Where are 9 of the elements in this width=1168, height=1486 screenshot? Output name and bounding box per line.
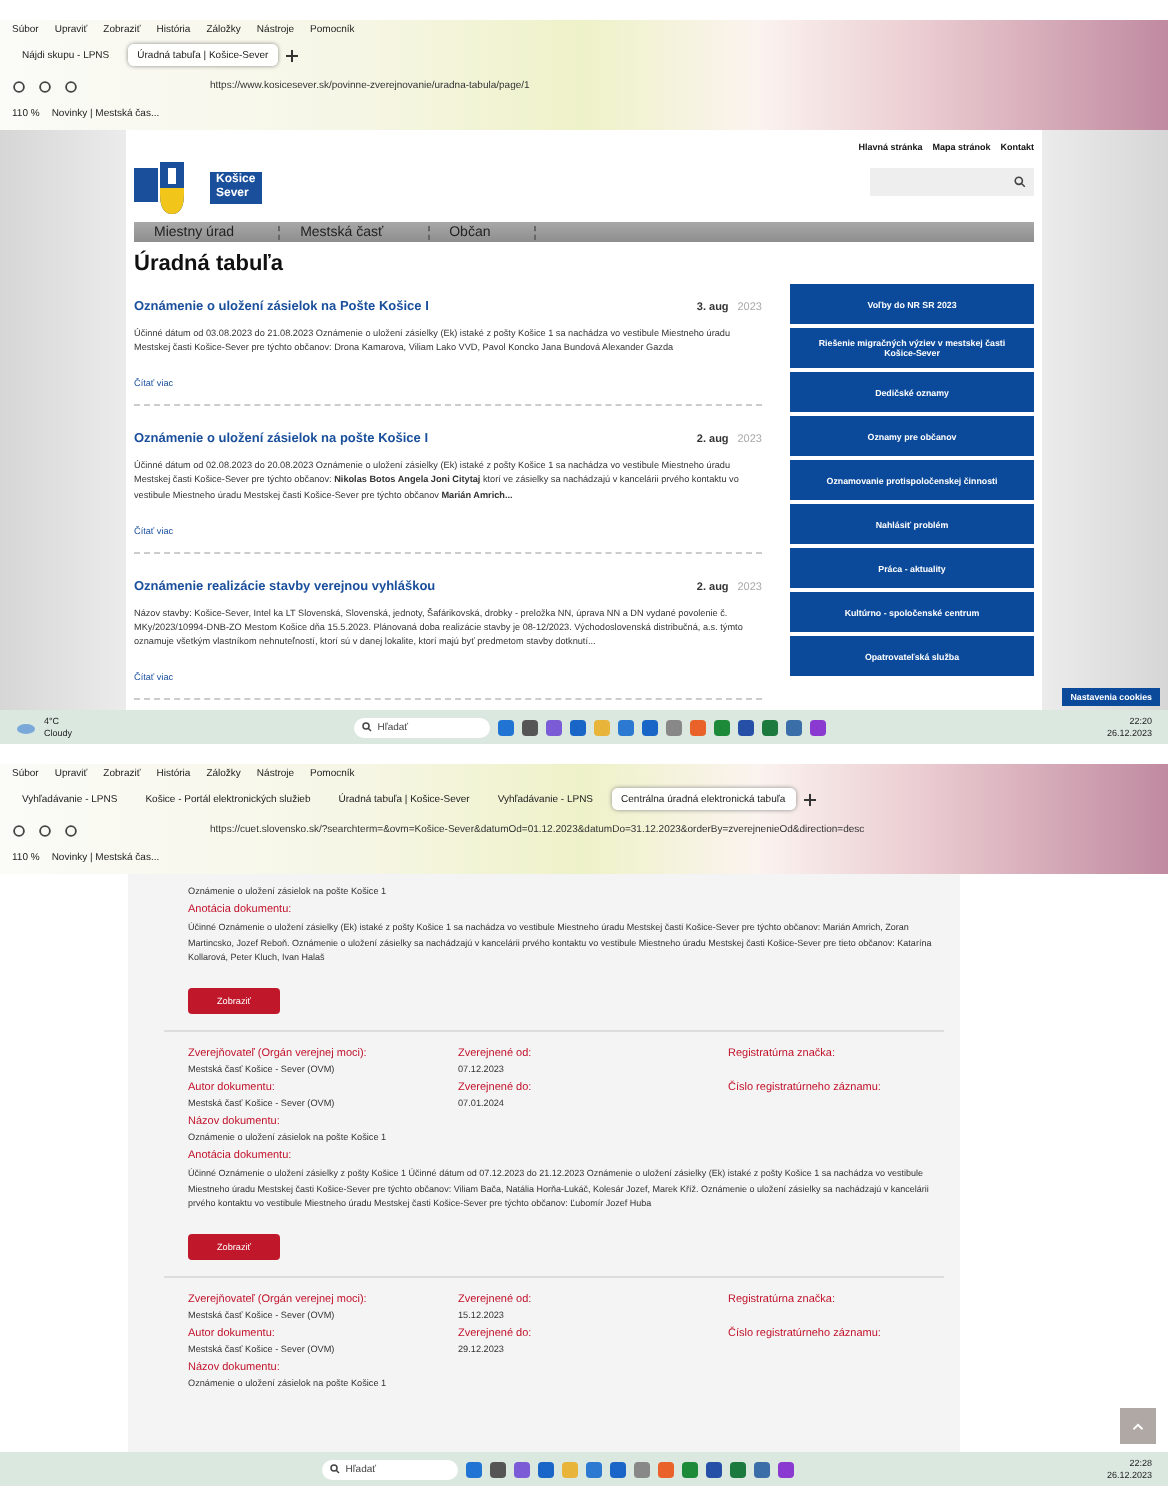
page-heading: Úradná tabuľa bbox=[134, 252, 286, 277]
search-icon bbox=[329, 1464, 340, 1474]
search-field[interactable] bbox=[870, 168, 1034, 196]
new-tab-icon[interactable] bbox=[803, 793, 816, 805]
search-icon bbox=[361, 722, 372, 732]
cloud-icon bbox=[16, 720, 36, 734]
search-icon bbox=[1014, 176, 1026, 188]
chevron-up-icon bbox=[1132, 1421, 1144, 1431]
new-tab-icon[interactable] bbox=[286, 49, 299, 61]
